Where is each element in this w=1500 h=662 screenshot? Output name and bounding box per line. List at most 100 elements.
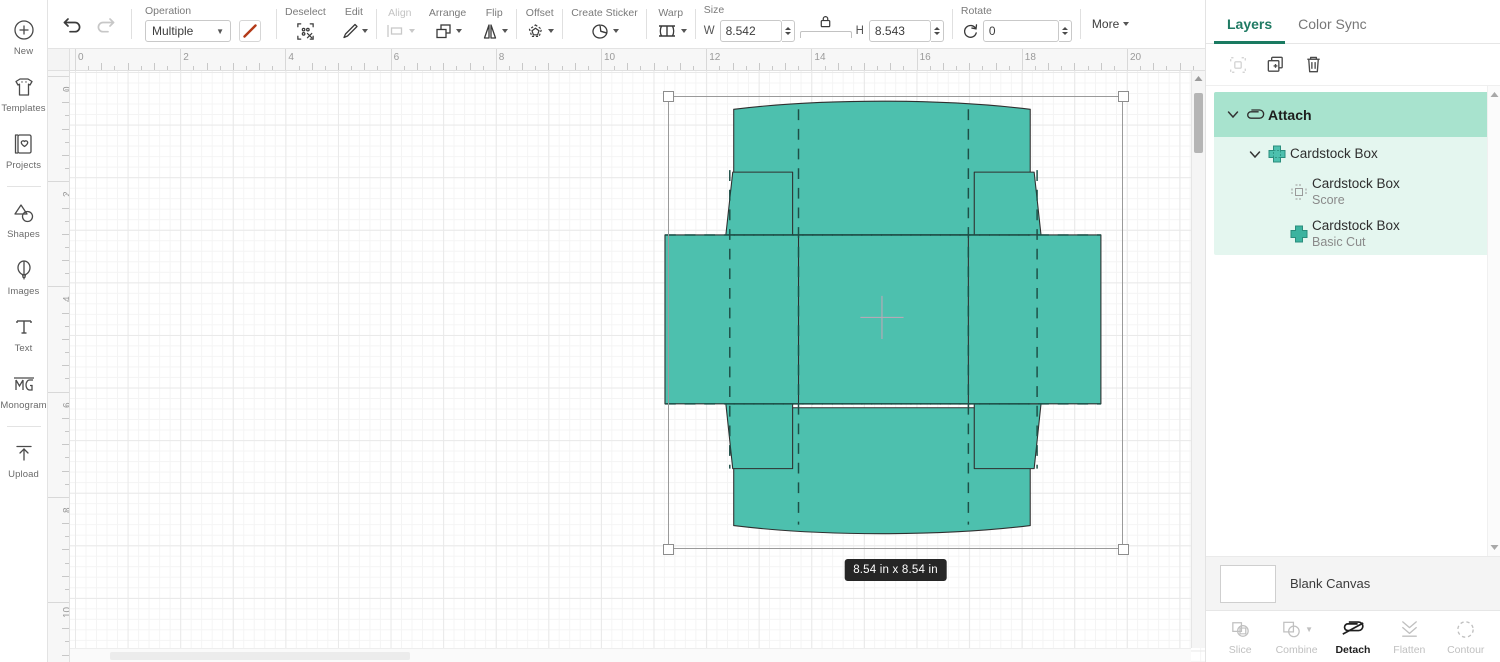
canvas-scroll-thumb[interactable] (1194, 93, 1203, 153)
ruler-tick (127, 63, 129, 70)
ruler-tick (416, 63, 418, 70)
layers-scroll-up-arrow-icon[interactable] (1488, 88, 1500, 101)
ruler-tick (850, 66, 852, 70)
action-contour-button[interactable]: Contour (1438, 617, 1494, 656)
create-sticker-button[interactable] (589, 22, 620, 41)
offset-button[interactable] (525, 22, 555, 41)
layer-row[interactable]: Cardstock Box Score (1214, 171, 1492, 213)
ruler-tick (88, 66, 90, 70)
layers-scroll-down-arrow-icon[interactable] (1488, 541, 1500, 554)
attach-paperclip-icon (1242, 108, 1268, 122)
layer-row[interactable]: Cardstock Box Basic Cut (1214, 213, 1492, 255)
ruler-tick (890, 63, 892, 70)
arrange-button[interactable] (434, 22, 462, 41)
layers-scrollbar[interactable] (1487, 86, 1500, 556)
ruler-tick (666, 66, 668, 70)
operation-color-swatch[interactable] (239, 20, 261, 42)
deselect-label: Deselect (285, 5, 326, 18)
redo-button[interactable] (89, 8, 121, 40)
operation-label: Operation (145, 5, 192, 17)
sidebar-item-monogram[interactable]: Monogram (0, 362, 48, 419)
width-stepper[interactable] (781, 20, 795, 42)
selection-handle-bottom-left[interactable] (662, 543, 674, 555)
sidebar-item-label: Projects (5, 160, 42, 171)
ruler-tick (62, 312, 69, 314)
ruler-tick (693, 66, 695, 70)
selection-handle-top-right[interactable] (1117, 90, 1129, 102)
sidebar-item-new[interactable]: New (0, 8, 48, 65)
ruler-tick (443, 63, 445, 70)
undo-button[interactable] (57, 8, 89, 40)
ruler-tick (232, 63, 234, 70)
canvas-hscroll-thumb[interactable] (110, 652, 410, 660)
duplicate-icon[interactable] (1265, 54, 1286, 75)
scroll-up-arrow-icon[interactable] (1192, 71, 1205, 85)
layer-row[interactable]: Cardstock Box (1214, 137, 1492, 171)
action-detach-button[interactable]: Detach (1325, 617, 1381, 656)
selection-handle-bottom-right[interactable] (1117, 543, 1129, 555)
tab-color-sync[interactable]: Color Sync (1285, 16, 1379, 43)
offset-control: Offset (518, 0, 561, 48)
height-stepper[interactable] (930, 20, 944, 42)
sidebar-item-upload[interactable]: Upload (0, 431, 48, 488)
ruler-tick (153, 63, 155, 70)
deselect-button[interactable] (295, 21, 316, 42)
sidebar-item-shapes[interactable]: Shapes (0, 191, 48, 248)
chevron-down-icon[interactable] (1224, 110, 1242, 119)
flip-button[interactable] (480, 22, 509, 41)
action-combine-button[interactable]: ▼ Combine (1269, 617, 1325, 656)
canvas-grid[interactable]: 8.54 in x 8.54 in (70, 71, 1205, 662)
ruler-tick (62, 549, 69, 551)
selection-handle-top-left[interactable] (662, 90, 674, 102)
canvas-layer-row[interactable]: Blank Canvas (1206, 556, 1500, 610)
toolbar-divider-4 (516, 9, 518, 39)
rotate-input[interactable]: 0 (982, 20, 1059, 42)
chevron-down-icon[interactable] (1246, 150, 1264, 159)
sidebar-item-text[interactable]: Text (0, 305, 48, 362)
ruler-tick (65, 168, 69, 170)
flip-label: Flip (485, 6, 503, 19)
ruler-tick (508, 66, 510, 70)
sidebar-item-templates[interactable]: Templates (0, 65, 48, 122)
operation-select[interactable]: Multiple ▼ (145, 20, 231, 42)
width-input[interactable]: 8.542 (719, 20, 782, 42)
align-button[interactable] (385, 22, 415, 40)
canvas-area[interactable]: 02468101214161820 0246810 8.54 in x 8.54… (48, 49, 1205, 662)
layer-subtitle: Score (1312, 193, 1345, 207)
ruler-tick (65, 536, 69, 538)
ruler-tick (601, 49, 602, 70)
group-icon[interactable] (1228, 55, 1248, 75)
sidebar-item-label: New (13, 46, 34, 57)
sidebar-item-projects[interactable]: Projects (0, 122, 48, 179)
height-input[interactable]: 8.543 (868, 20, 931, 42)
sidebar-item-images[interactable]: Images (0, 248, 48, 305)
canvas-thumbnail (1220, 564, 1276, 603)
chevron-down-icon (680, 29, 687, 33)
layers-list: Attach Cardstock Box Cardstock Box Score Car… (1206, 86, 1500, 556)
tab-layers[interactable]: Layers (1214, 16, 1286, 44)
delete-icon[interactable] (1303, 54, 1324, 75)
shapes-icon (12, 200, 36, 226)
layer-title: Cardstock Box (1312, 218, 1400, 233)
canvas-vertical-scrollbar[interactable] (1191, 71, 1205, 648)
layer-row-attach[interactable]: Attach (1214, 92, 1492, 137)
rotate-stepper[interactable] (1058, 20, 1072, 42)
canvas-horizontal-scrollbar[interactable] (70, 648, 1191, 662)
warp-button[interactable] (655, 22, 687, 40)
ruler-tick (627, 63, 629, 70)
plus-circle-icon (12, 17, 36, 43)
lock-aspect-ratio[interactable] (795, 14, 857, 38)
layer-actions-bar: Slice ▼ Combine Detach Flatten Contour (1206, 610, 1500, 662)
edit-button[interactable] (340, 21, 368, 41)
action-flatten-button[interactable]: Flatten (1381, 617, 1437, 656)
ruler-tick (193, 66, 195, 70)
action-slice-button[interactable]: Slice (1212, 617, 1268, 656)
tshirt-icon (12, 74, 36, 100)
text-t-icon (12, 314, 36, 340)
ruler-tick (522, 63, 524, 70)
ruler-tick (48, 602, 69, 603)
ruler-tick (771, 66, 773, 70)
monogram-icon (11, 371, 37, 397)
more-menu-button[interactable]: More (1082, 0, 1139, 48)
rotate-icon[interactable] (961, 22, 980, 41)
